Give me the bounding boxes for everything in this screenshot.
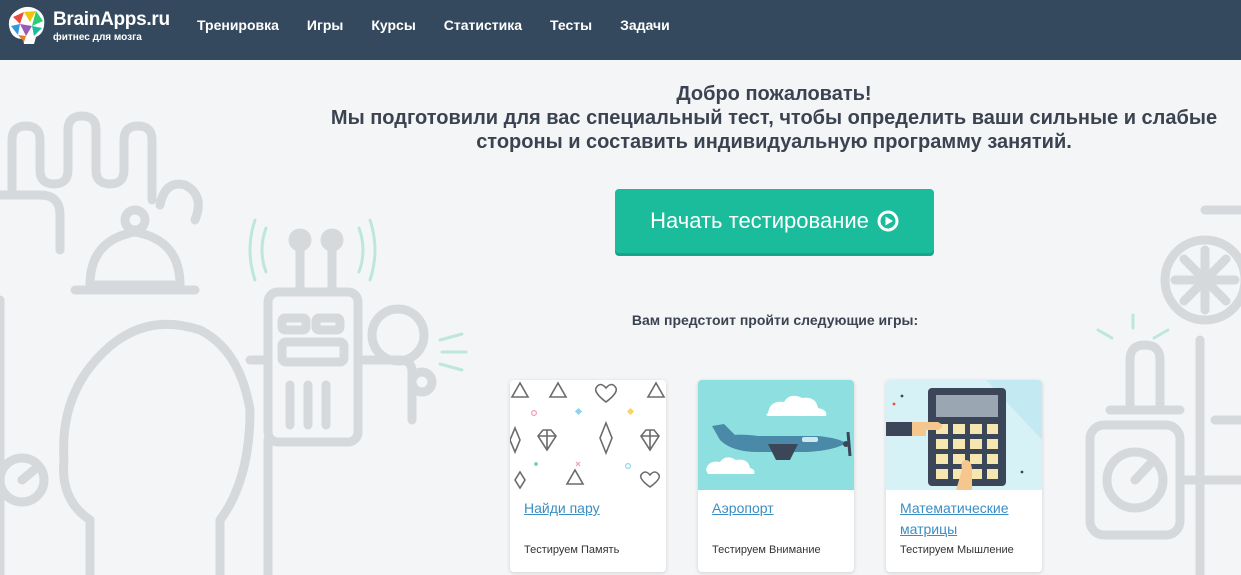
- nav-tests[interactable]: Тесты: [537, 17, 607, 33]
- game-title-link[interactable]: Аэропорт: [712, 498, 842, 519]
- shapes-pattern-image: [510, 380, 666, 490]
- game-title-link[interactable]: Найди пару: [524, 498, 654, 519]
- game-subtitle: Тестируем Память: [524, 544, 620, 556]
- top-nav-bar: BrainApps.ru фитнес для мозга Тренировка…: [0, 0, 1241, 60]
- game-card-math-matrices[interactable]: Математические матрицы Тестируем Мышлени…: [886, 380, 1042, 572]
- brain-logo-icon[interactable]: [4, 4, 48, 48]
- nav-games[interactable]: Игры: [294, 17, 358, 33]
- nav-tasks[interactable]: Задачи: [607, 17, 685, 33]
- game-subtitle: Тестируем Мышление: [900, 544, 1014, 556]
- game-card-find-pair[interactable]: Найди пару Тестируем Память: [510, 380, 666, 572]
- calculator-image: [886, 380, 1042, 490]
- main-nav: Тренировка Игры Курсы Статистика Тесты З…: [184, 0, 685, 50]
- play-circle-icon: [877, 210, 899, 232]
- nav-training[interactable]: Тренировка: [184, 17, 294, 33]
- start-test-label: Начать тестирование: [650, 208, 869, 233]
- start-test-button[interactable]: Начать тестирование: [615, 189, 934, 253]
- nav-statistics[interactable]: Статистика: [431, 17, 537, 33]
- welcome-title: Добро пожаловать!: [676, 83, 872, 105]
- game-card-airport[interactable]: Аэропорт Тестируем Внимание: [698, 380, 854, 572]
- brand-tagline: фитнес для мозга: [53, 32, 142, 43]
- games-heading: Вам предстоит пройти следующие игры:: [631, 312, 919, 328]
- brand-name[interactable]: BrainApps.ru: [53, 9, 170, 31]
- airplane-image: [698, 380, 854, 490]
- welcome-text-line-2: стороны и составить индивидуальную прогр…: [476, 131, 1072, 153]
- nav-courses[interactable]: Курсы: [358, 17, 430, 33]
- game-title-link[interactable]: Математические матрицы: [900, 498, 1030, 540]
- game-subtitle: Тестируем Внимание: [712, 544, 821, 556]
- welcome-text-line-1: Мы подготовили для вас специальный тест,…: [330, 107, 1218, 129]
